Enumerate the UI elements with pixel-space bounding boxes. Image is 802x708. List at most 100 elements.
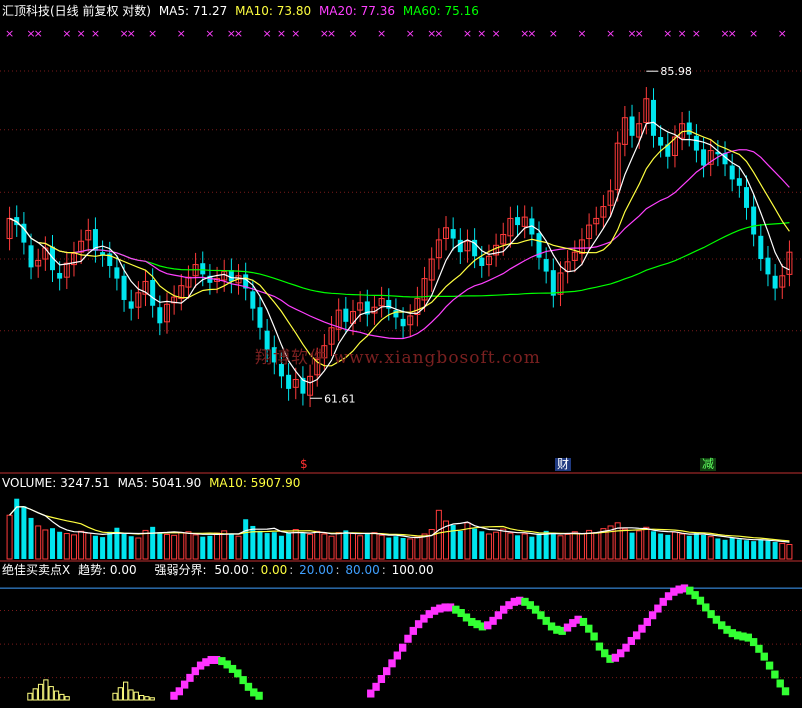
volume-bar [200,536,206,559]
volume-bar [271,532,277,559]
candle-body [200,263,206,275]
volume-title: VOLUME: 3247.51 [2,476,110,490]
signal-marker: × [277,27,286,40]
volume-bar [121,533,127,559]
indicator-block [771,670,779,679]
volume-bar [586,529,593,560]
indicator-block [585,624,593,633]
volume-bar [758,539,764,559]
candle-body [686,122,692,135]
candle-body [450,229,456,239]
volume-bar [671,531,678,560]
signal-marker: × [327,27,336,40]
volume-bar [414,536,421,560]
volume-bar [765,540,771,559]
indicator-volume-bar [43,679,49,701]
indicator-block [776,679,784,688]
event-label-reduce: 减 [702,457,715,471]
signal-marker: × [291,27,300,40]
signal-marker: × [263,27,272,40]
volume-bar [371,532,378,560]
volume-bar [85,532,92,560]
volume-bar [335,532,342,560]
volume-bar [493,531,500,560]
indicator-volume-bar [48,686,54,701]
volume-ma5-label: MA5: 5041.90 [117,476,202,490]
signal-marker: × [406,27,415,40]
event-marker-finance[interactable]: 财 [555,458,572,471]
signal-marker: × [749,27,758,40]
signal-marker: × [5,27,14,40]
candle-body [515,217,521,226]
volume-bar [421,533,428,560]
indicator-volume-bar [149,697,155,701]
signal-marker: × [148,27,157,40]
volume-bar [171,534,178,560]
event-marker-dollar[interactable]: $ [298,458,310,471]
indicator-block [590,632,598,641]
indicator-volume-bar [53,690,60,701]
indicator-volume-bar [112,692,118,701]
volume-bar [214,532,221,560]
candle-body [736,178,742,186]
volume-bar [457,530,463,559]
volume-bar [178,532,185,560]
volume-bar [286,532,292,559]
volume-bar [57,531,63,559]
volume-bar [264,533,270,559]
candle-body [751,206,757,235]
volume-bar [472,528,478,559]
main-title: 汇顶科技(日线 前复权 对数) [2,4,151,18]
volume-bar [729,538,735,559]
candle-body [286,374,292,389]
candle-body [157,307,163,324]
watermark: 翔博软件 www.xiangbosoft.com [255,348,541,368]
volume-bar [479,531,485,559]
volume-bar [185,531,192,560]
volume-bar [107,531,113,559]
volume-header: VOLUME: 3247.51 MA5: 5041.90 MA10: 5907.… [2,476,304,490]
candle-body [128,301,134,309]
volume-bar [28,517,34,559]
volume-bar [35,525,42,560]
chart-stage[interactable]: × × × × × × × × × × × × × × × × × × × × × × × × × × × × × × × × × × × × × × × ×… [0,0,802,704]
indicator-trend: 趋势: 0.00 [78,563,137,577]
candle-body [114,267,120,279]
volume-bar [42,529,49,560]
volume-bar [557,535,564,560]
volume-bar [321,533,328,560]
candle-body [693,135,699,151]
signal-marker: × [527,27,536,40]
volume-bar [485,533,492,560]
volume-bar [314,530,321,560]
signal-marker: × [177,27,186,40]
volume-bar [6,514,13,560]
signal-marker: × [34,27,43,40]
candle-body [701,149,707,166]
signal-marker: × [205,27,214,40]
volume-bar [407,538,414,560]
high-label: 85.98 [660,65,692,78]
candle-body [543,259,549,272]
indicator-block [377,674,386,683]
signal-marker: × [91,27,100,40]
candle-body [772,275,778,289]
volume-bar [507,532,514,560]
event-marker-reduce[interactable]: 减 [700,457,717,471]
signal-marker: × [234,27,243,40]
indicator-volume-bar [133,691,139,701]
indicator-block [388,659,396,668]
indicator-levels-label: 强弱分界: [154,563,207,577]
volume-bar [693,533,699,559]
level-20: 20.00 [299,563,334,577]
signal-marker: × [692,27,701,40]
volume-bar [243,519,249,559]
event-label-dollar: $ [300,457,308,471]
candle-body [393,310,399,318]
volume-bar [715,538,721,559]
signal-marker: × [778,27,787,40]
ma60-label: MA60: 75.16 [402,4,479,18]
level-100: 100.00 [391,563,434,577]
signal-marker: × [348,27,357,40]
candle-body [150,280,156,306]
